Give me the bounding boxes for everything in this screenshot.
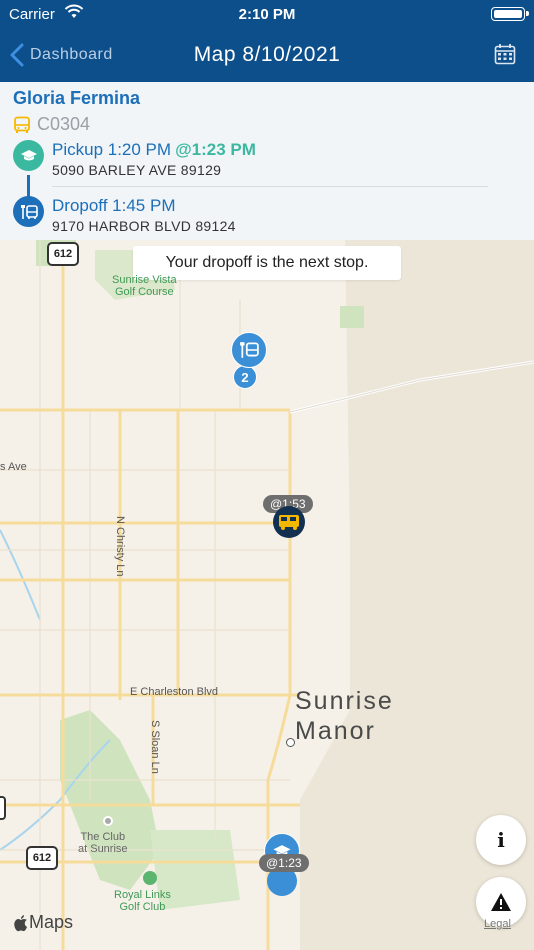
apple-maps-logo: Maps	[13, 912, 73, 933]
route-shield-top: 612	[47, 242, 79, 266]
route-shield-partial	[0, 796, 6, 820]
city-marker	[286, 738, 295, 747]
route-shield-bottom: 612	[26, 846, 58, 870]
map-label-christy: N Christy Ln	[114, 516, 126, 577]
page-title: Map 8/10/2021	[193, 43, 341, 66]
map-label-golf-course: Sunrise Vista Golf Course	[112, 274, 177, 298]
bus-location-pin[interactable]	[273, 506, 305, 538]
apple-icon	[14, 914, 27, 931]
club-marker	[103, 816, 113, 826]
pickup-eta-tag: @1:23	[259, 854, 309, 872]
school-bus-icon	[279, 515, 299, 530]
map-label-sloan: S Sloan Ln	[149, 720, 161, 774]
status-bar: Carrier 2:10 PM	[0, 0, 534, 30]
pickup-stop[interactable]: Pickup 1:20 PM @1:23 PM 5090 BARLEY AVE 8…	[13, 140, 256, 178]
top-bar: Carrier 2:10 PM Dashboard Map 8/10/2021	[0, 0, 534, 82]
pickup-time: Pickup 1:20 PM	[52, 140, 172, 159]
map-label-city: Sunrise Manor	[295, 687, 394, 745]
maps-attribution: Maps	[29, 912, 74, 932]
bus-stop-icon	[240, 342, 259, 358]
dropoff-address: 9170 HARBOR BLVD 89124	[52, 218, 236, 234]
legal-link[interactable]: Legal	[484, 918, 511, 930]
dropoff-stop[interactable]: Dropoff 1:45 PM 9170 HARBOR BLVD 89124	[13, 196, 236, 234]
nav-bar: Dashboard Map 8/10/2021	[0, 30, 534, 82]
calendar-button[interactable]	[494, 43, 516, 70]
rider-name: Gloria Fermina	[13, 88, 141, 108]
info-icon: i	[497, 828, 505, 852]
battery-icon	[491, 7, 529, 21]
dropoff-time: Dropoff 1:45 PM	[52, 196, 176, 215]
map-label-club: The Club at Sunrise	[78, 831, 128, 855]
route-code: C0304	[37, 114, 91, 134]
info-button[interactable]: i	[476, 815, 526, 865]
calendar-icon	[494, 44, 516, 65]
map-label-royal: Royal Links Golf Club	[114, 889, 171, 913]
graduation-cap-icon	[13, 140, 44, 171]
map-label-ave: s Ave	[0, 461, 27, 473]
stop-divider	[52, 186, 488, 187]
school-bus-icon	[14, 116, 30, 133]
map-view[interactable]: Your dropoff is the next stop. 612 612 S…	[0, 240, 534, 950]
trip-info-panel: Gloria Fermina C0304 Pickup 1:20 PM @1:23…	[0, 82, 534, 240]
clock: 2:10 PM	[238, 6, 296, 23]
pickup-eta: @1:23 PM	[175, 140, 256, 159]
dropoff-pin[interactable]	[231, 332, 267, 368]
bus-stop-icon	[13, 196, 44, 227]
map-label-charleston: E Charleston Blvd	[130, 686, 219, 698]
warning-icon	[491, 893, 511, 911]
stop-cluster-count[interactable]: 2	[233, 365, 257, 389]
pickup-address: 5090 BARLEY AVE 89129	[52, 162, 222, 178]
route-code-row: C0304	[13, 114, 90, 135]
stop-connector	[27, 175, 30, 197]
golf-marker	[143, 871, 157, 885]
